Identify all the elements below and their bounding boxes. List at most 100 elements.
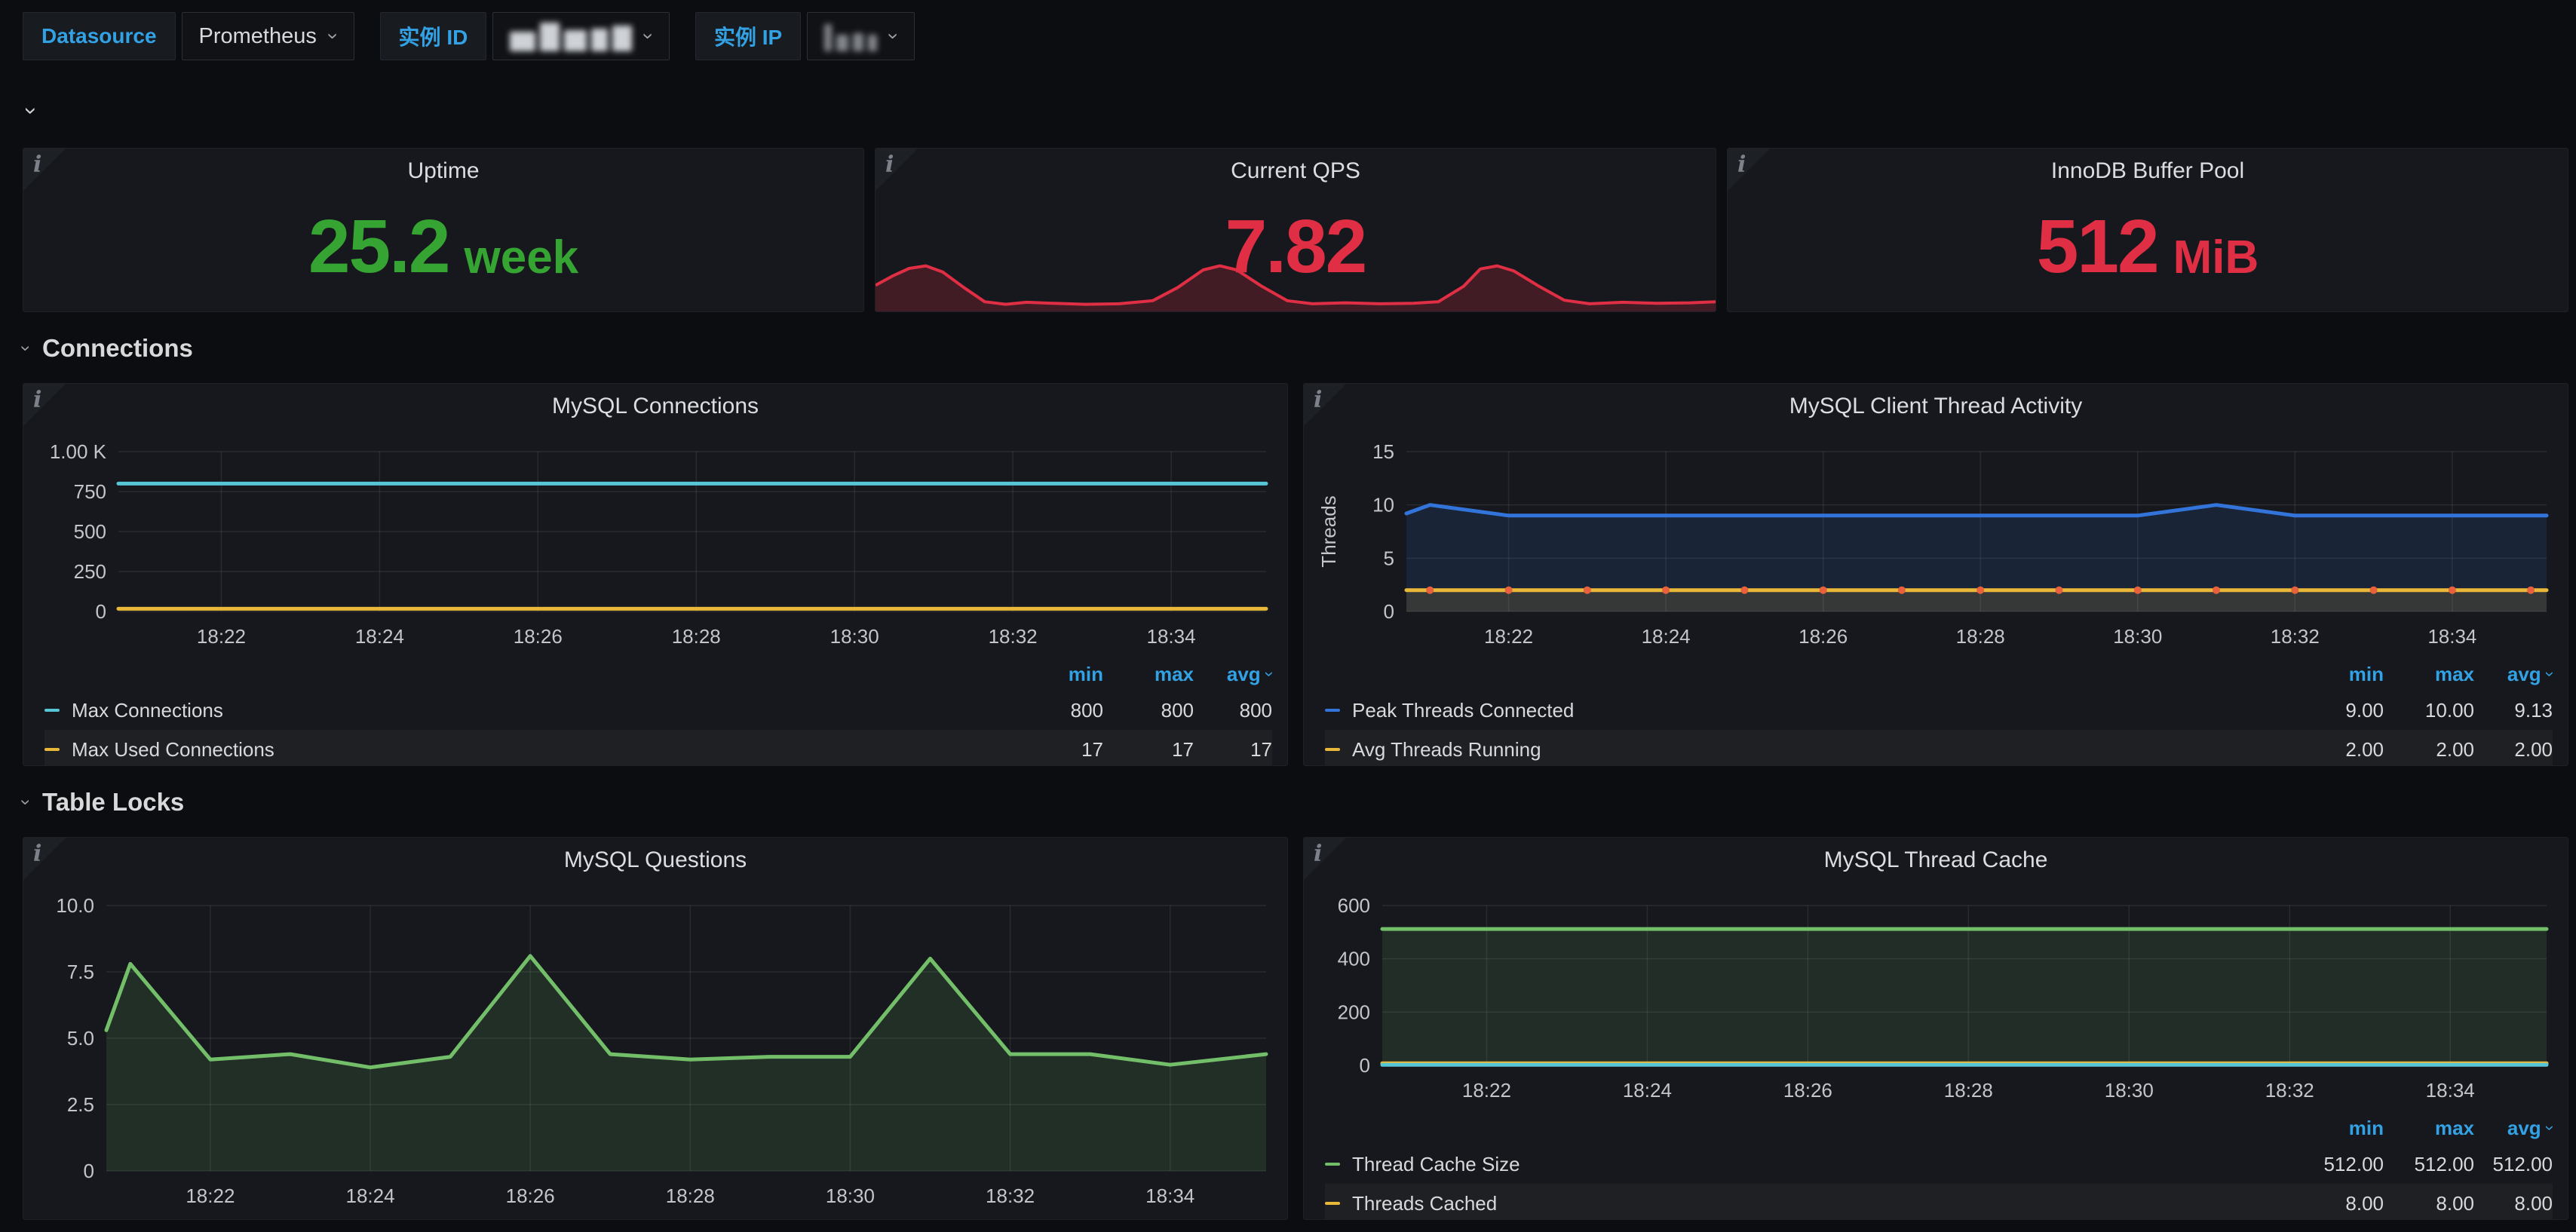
svg-text:18:34: 18:34: [1147, 625, 1196, 648]
legend-min-value: 8.00: [2278, 1184, 2384, 1220]
legend-sort-min[interactable]: min: [998, 657, 1103, 691]
panel-info-corner[interactable]: [1304, 384, 1346, 426]
legend-avg-value: 8.00: [2474, 1184, 2553, 1220]
instance-id-select[interactable]: ›: [492, 12, 670, 60]
var-group-datasource: Datasource Prometheus ›: [23, 12, 354, 60]
legend-sort-avg[interactable]: avg ›: [2474, 1111, 2553, 1145]
svg-text:18:22: 18:22: [186, 1184, 235, 1207]
panel-info-corner[interactable]: [1728, 149, 1770, 191]
series-color-marker: [1325, 748, 1340, 751]
panel-info-corner[interactable]: [23, 149, 66, 191]
legend-header-spacer: [1325, 657, 2278, 691]
info-icon[interactable]: i: [885, 152, 894, 178]
panel-mysql-thread-cache: i MySQL Thread Cache 020040060018:2218:2…: [1303, 837, 2568, 1220]
svg-text:18:28: 18:28: [1944, 1079, 1993, 1102]
legend-series-label[interactable]: Max Connections: [44, 691, 998, 730]
uptime-stat-value: 25.2 week: [23, 194, 863, 311]
time-series-chart[interactable]: 02.55.07.510.018:2218:2418:2618:2818:301…: [23, 883, 1287, 1217]
legend-sort-max[interactable]: max: [2384, 657, 2474, 691]
chevron-down-icon: ›: [17, 345, 35, 351]
legend-min-value: 2.00: [2278, 730, 2384, 766]
instance-id-label: 实例 ID: [380, 12, 487, 60]
panel-innodb-buffer-pool: i InnoDB Buffer Pool 512 MiB: [1727, 148, 2568, 312]
svg-text:18:32: 18:32: [2271, 625, 2320, 648]
panel-uptime: i Uptime 25.2 week: [23, 148, 864, 312]
svg-text:18:34: 18:34: [2427, 625, 2476, 648]
svg-text:10.0: 10.0: [56, 898, 94, 917]
legend-sort-max[interactable]: max: [2384, 1111, 2474, 1145]
panel-title[interactable]: MySQL Questions: [23, 838, 1287, 883]
datasource-label: Datasource: [23, 12, 176, 60]
legend-series-label[interactable]: Thread Cache Size: [1325, 1145, 2278, 1184]
instance-id-value-redacted: [510, 21, 632, 51]
svg-text:18:30: 18:30: [826, 1184, 875, 1207]
datasource-select[interactable]: Prometheus ›: [182, 12, 354, 60]
row-collapse-toggle[interactable]: ›: [27, 100, 2568, 122]
time-series-chart[interactable]: 02505007501.00 K18:2218:2418:2618:2818:3…: [23, 429, 1287, 657]
panel-title[interactable]: MySQL Thread Cache: [1304, 838, 2568, 883]
instance-ip-select[interactable]: ›: [807, 12, 915, 60]
chevron-down-icon: ›: [324, 33, 343, 40]
series-color-marker: [1325, 709, 1340, 712]
chart-legend: minmaxavg ›Max Connections800800800Max U…: [23, 657, 1287, 766]
svg-text:18:22: 18:22: [1462, 1079, 1511, 1102]
legend-sort-avg[interactable]: avg ›: [1194, 657, 1272, 691]
info-icon[interactable]: i: [33, 387, 41, 413]
legend-table: minmaxavg ›Max Connections800800800Max U…: [44, 657, 1272, 766]
info-icon[interactable]: i: [1737, 152, 1746, 178]
legend-sort-avg[interactable]: avg ›: [2474, 657, 2553, 691]
chart-legend: minmaxavg ›Peak Threads Connected9.0010.…: [1304, 657, 2568, 766]
panel-title[interactable]: MySQL Connections: [23, 384, 1287, 429]
template-variables-toolbar: Datasource Prometheus › 实例 ID › 实例 IP: [23, 0, 2568, 60]
svg-text:1.00 K: 1.00 K: [50, 444, 107, 463]
panel-title[interactable]: Current QPS: [876, 149, 1716, 194]
panel-current-qps: i Current QPS 7.82: [875, 148, 1716, 312]
panel-info-corner[interactable]: [23, 384, 66, 426]
panel-title[interactable]: MySQL Client Thread Activity: [1304, 384, 2568, 429]
legend-sort-min[interactable]: min: [2278, 657, 2384, 691]
chart-legend: minmaxavg ›Thread Cache Size512.00512.00…: [1304, 1111, 2568, 1220]
legend-series-label[interactable]: Avg Threads Running: [1325, 730, 2278, 766]
legend-series-label[interactable]: Peak Threads Connected: [1325, 691, 2278, 730]
svg-text:18:26: 18:26: [1799, 625, 1848, 648]
svg-text:10: 10: [1372, 494, 1394, 516]
info-icon[interactable]: i: [33, 841, 41, 867]
panel-info-corner[interactable]: [23, 838, 66, 880]
chevron-down-icon: ›: [20, 107, 42, 115]
panel-title[interactable]: Uptime: [23, 149, 863, 194]
svg-text:18:24: 18:24: [355, 625, 404, 648]
panel-mysql-questions: i MySQL Questions 02.55.07.510.018:2218:…: [23, 837, 1288, 1220]
legend-series-label[interactable]: Threads Cached: [1325, 1184, 2278, 1220]
table-locks-charts-row: i MySQL Questions 02.55.07.510.018:2218:…: [23, 837, 2568, 1220]
legend-max-value: 10.00: [2384, 691, 2474, 730]
var-group-instance-id: 实例 ID ›: [380, 12, 670, 60]
series-color-marker: [1325, 1202, 1340, 1205]
svg-text:15: 15: [1372, 444, 1394, 463]
legend-avg-value: 2.00: [2474, 730, 2553, 766]
info-icon[interactable]: i: [1314, 387, 1322, 413]
chevron-down-icon: ›: [639, 33, 659, 40]
chevron-down-icon: ›: [2541, 671, 2558, 676]
info-icon[interactable]: i: [1314, 841, 1322, 867]
connections-charts-row: i MySQL Connections 02505007501.00 K18:2…: [23, 383, 2568, 766]
legend-sort-min[interactable]: min: [2278, 1111, 2384, 1145]
svg-text:750: 750: [74, 480, 106, 503]
legend-max-value: 17: [1103, 730, 1194, 766]
panel-info-corner[interactable]: [1304, 838, 1346, 880]
info-icon[interactable]: i: [33, 152, 41, 178]
time-series-chart[interactable]: 05101518:2218:2418:2618:2818:3018:3218:3…: [1304, 429, 2568, 657]
panel-title[interactable]: InnoDB Buffer Pool: [1728, 149, 2568, 194]
legend-series-label[interactable]: Max Used Connections: [44, 730, 998, 766]
legend-sort-max[interactable]: max: [1103, 657, 1194, 691]
stat-unit: week: [464, 234, 578, 281]
section-title: Connections: [42, 334, 193, 363]
section-header-table-locks[interactable]: › Table Locks: [23, 786, 2568, 819]
svg-text:0: 0: [96, 600, 106, 623]
series-color-marker: [1325, 1163, 1340, 1166]
svg-text:18:26: 18:26: [514, 625, 563, 648]
svg-text:18:24: 18:24: [1642, 625, 1691, 648]
legend-avg-value: 9.13: [2474, 691, 2553, 730]
time-series-chart[interactable]: 020040060018:2218:2418:2618:2818:3018:32…: [1304, 883, 2568, 1111]
section-header-connections[interactable]: › Connections: [23, 332, 2568, 365]
panel-info-corner[interactable]: [876, 149, 918, 191]
